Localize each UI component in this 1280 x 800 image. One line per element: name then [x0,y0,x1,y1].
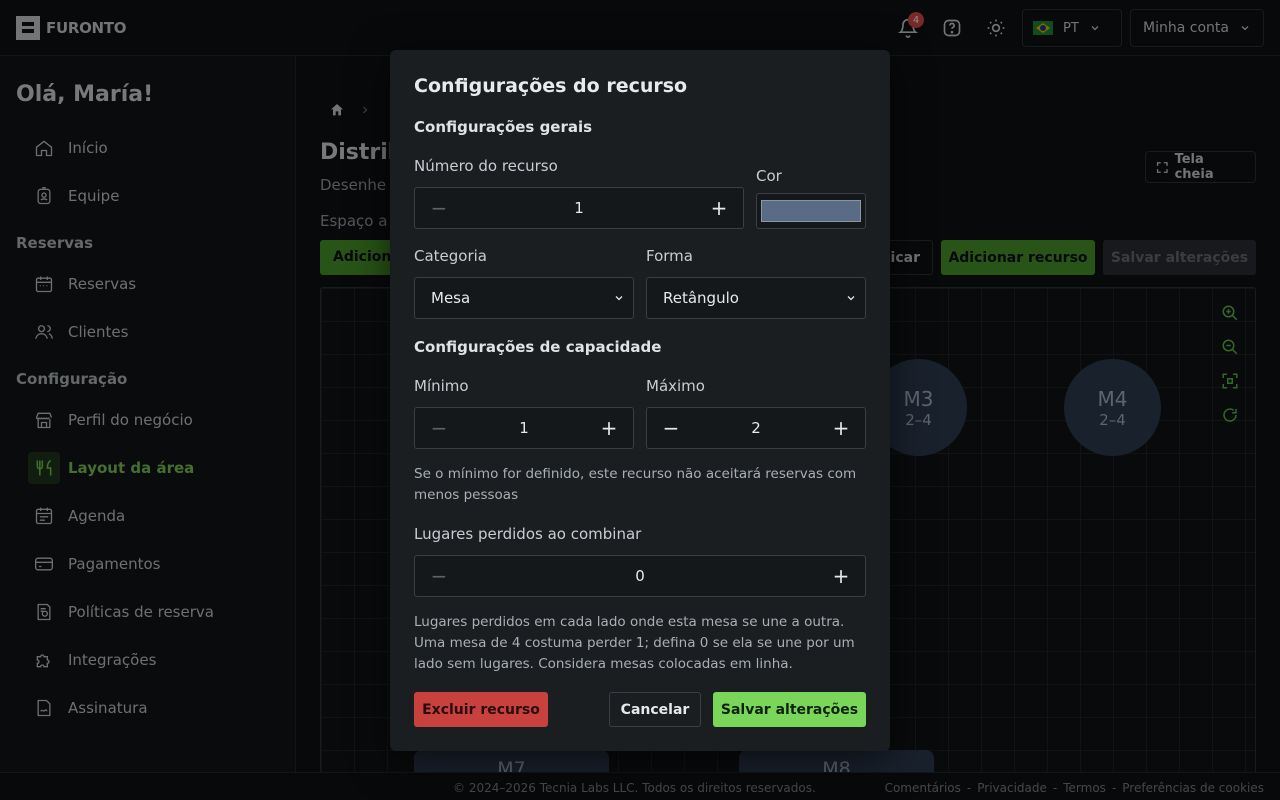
lost-seats-stepper: − 0 + [414,555,866,597]
capacity-settings-heading: Configurações de capacidade [414,338,662,356]
color-picker[interactable] [756,193,866,229]
save-changes-button[interactable]: Salvar alterações [713,692,866,727]
decrement-button[interactable]: − [421,558,457,594]
color-swatch [761,200,861,222]
min-help-text: Se o mínimo for definido, este recurso n… [414,466,857,503]
category-select[interactable]: Mesa [414,277,634,319]
color-label: Cor [756,167,782,185]
min-value[interactable]: 1 [519,419,529,437]
lost-seats-value[interactable]: 0 [635,567,645,585]
resource-number-value[interactable]: 1 [574,199,584,217]
increment-button[interactable]: + [701,190,737,226]
resource-number-label: Número do recurso [414,157,558,175]
category-label: Categoria [414,247,488,265]
modal-title: Configurações do recurso [414,75,688,97]
max-label: Máximo [646,377,705,395]
decrement-button[interactable]: − [421,190,457,226]
decrement-button[interactable]: − [653,410,689,446]
category-value: Mesa [431,289,471,307]
increment-button[interactable]: + [823,410,859,446]
chevron-down-icon [847,296,855,301]
resource-number-stepper: − 1 + [414,187,744,229]
min-label: Mínimo [414,377,469,395]
decrement-button[interactable]: − [421,410,457,446]
lost-seats-help-text: Lugares perdidos em cada lado onde esta … [414,614,855,672]
max-capacity-stepper: − 2 + [646,407,866,449]
chevron-down-icon [615,296,623,301]
general-settings-heading: Configurações gerais [414,118,593,136]
increment-button[interactable]: + [823,558,859,594]
delete-resource-button[interactable]: Excluir recurso [414,692,548,727]
min-capacity-stepper: − 1 + [414,407,634,449]
lost-seats-label: Lugares perdidos ao combinar [414,525,642,543]
shape-select[interactable]: Retângulo [646,277,866,319]
cancel-button[interactable]: Cancelar [609,692,701,727]
max-value[interactable]: 2 [751,419,761,437]
resource-settings-modal: Configurações do recurso Configurações g… [390,50,890,751]
shape-value: Retângulo [663,289,739,307]
increment-button[interactable]: + [591,410,627,446]
shape-label: Forma [646,247,693,265]
